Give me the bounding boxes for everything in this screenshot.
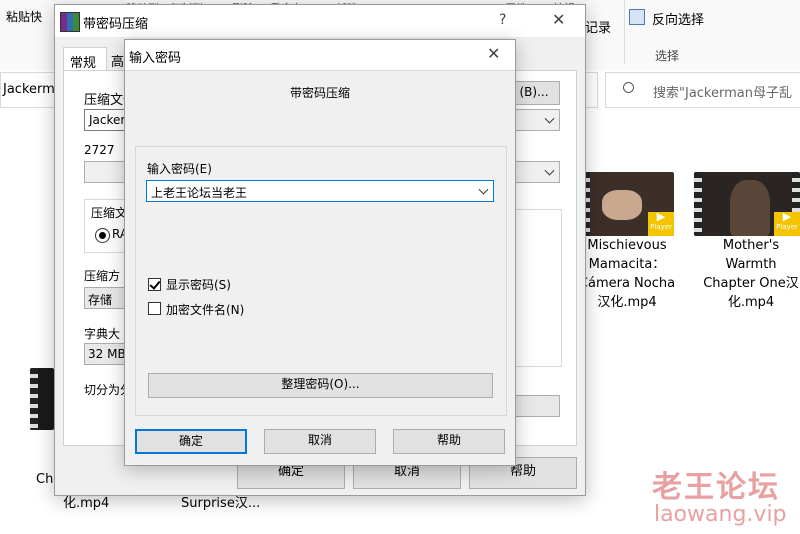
paste-shortcut-button[interactable]: 粘贴快 [6, 8, 42, 25]
password-dialog: 输入密码 ✕ 带密码压缩 输入密码(E) 上老王论坛当老王 显示密码(S) 加密… [124, 39, 516, 466]
help-icon[interactable]: ? [499, 12, 506, 28]
chevron-down-icon [544, 165, 555, 176]
show-password-checkbox[interactable] [148, 278, 161, 291]
show-password-label: 显示密码(S) [166, 278, 231, 292]
archive-titlebar: 带密码压缩 ? ✕ [55, 5, 585, 37]
invert-selection-icon [629, 9, 645, 25]
method-label: 压缩方 [84, 269, 121, 283]
options-group [512, 209, 562, 367]
profile-dropdown[interactable] [84, 161, 128, 183]
file-label[interactable]: Mother's Warmth Chapter One汉 化.mp4 [692, 236, 800, 312]
format-group-label: 压缩文 [91, 206, 128, 220]
watermark-title: 老王论坛 [652, 470, 780, 505]
password-ok-button[interactable]: 确定 [135, 429, 247, 454]
film-strip [694, 172, 702, 236]
file-label[interactable]: Mischievous Mamacita： Cámera Nocha 汉化.mp… [570, 236, 684, 312]
password-cancel-button[interactable]: 取消 [264, 429, 376, 454]
split-dropdown[interactable] [512, 395, 560, 417]
invert-selection-button[interactable]: 反向选择 [652, 9, 704, 28]
method-dropdown[interactable]: 存储 [84, 287, 128, 309]
title-divider [125, 70, 515, 71]
chevron-down-icon [544, 113, 555, 124]
encrypt-names-label: 加密文件名(N) [166, 303, 245, 317]
thumbnail-figure [730, 180, 770, 236]
search-placeholder: 搜索"Jackerman母子乱 [653, 86, 792, 101]
file-label[interactable]: Ch [36, 472, 53, 487]
archive-name-input[interactable]: Jackerm [84, 109, 137, 131]
player-badge: ▶ Player [774, 211, 800, 236]
password-input[interactable]: 上老王论坛当老王 [146, 180, 494, 202]
close-icon[interactable]: ✕ [487, 44, 500, 63]
thumbnail-figure [602, 190, 642, 220]
password-field-label: 输入密码(E) [147, 162, 212, 176]
tab-advanced[interactable]: 高 [111, 51, 124, 70]
password-titlebar: 输入密码 ✕ [125, 40, 515, 70]
watermark-url: laowang.vip [654, 502, 787, 527]
player-badge: ▶ Player [648, 211, 674, 236]
video-thumbnail[interactable]: ▶ Player [582, 172, 674, 236]
select-group-label: 选择 [655, 49, 680, 63]
dictionary-label: 字典大 [84, 327, 121, 341]
video-thumbnail[interactable] [30, 368, 54, 430]
search-box[interactable]: 搜索"Jackerman母子乱 [605, 72, 800, 108]
film-strip [30, 368, 38, 430]
encrypt-names-checkbox[interactable] [148, 302, 161, 315]
archive-name-dropdown[interactable] [512, 109, 560, 131]
tab-general[interactable]: 常规 [63, 47, 107, 72]
chevron-down-icon [478, 184, 489, 195]
password-dialog-heading: 带密码压缩 [289, 86, 350, 100]
video-thumbnail[interactable]: ▶ Player [694, 172, 800, 236]
profile-count: 2727 [84, 143, 115, 157]
organize-passwords-button[interactable]: 整理密码(O)... [148, 373, 493, 398]
ribbon-divider [624, 0, 625, 64]
history-button[interactable]: 记录 [585, 17, 611, 36]
close-icon[interactable]: ✕ [552, 10, 565, 29]
profile-dropdown-arrow[interactable] [512, 161, 560, 183]
search-icon [623, 82, 634, 93]
rar-radio[interactable] [95, 228, 110, 243]
winrar-icon [60, 12, 80, 32]
password-help-button[interactable]: 帮助 [393, 429, 505, 454]
checkmark-icon [149, 278, 161, 290]
archive-dialog-title: 带密码压缩 [83, 17, 149, 32]
password-dialog-title: 输入密码 [129, 51, 182, 66]
dictionary-dropdown[interactable]: 32 MB [84, 343, 128, 365]
